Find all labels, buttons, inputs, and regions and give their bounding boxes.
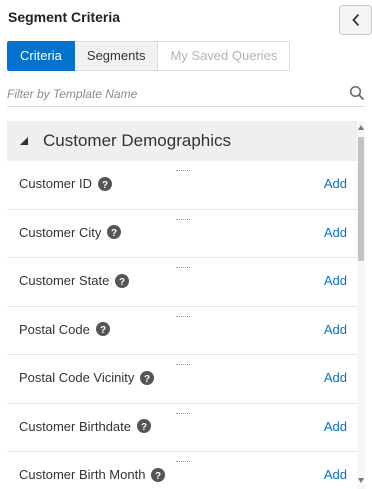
criteria-label: Customer ID <box>19 176 92 191</box>
criteria-row: Postal Code Vicinity? Add <box>7 355 357 404</box>
criteria-label: Customer Birth Month <box>19 467 146 482</box>
add-criteria-link[interactable]: Add <box>324 322 347 337</box>
collapse-panel-button[interactable] <box>339 5 372 35</box>
drag-handle-icon[interactable] <box>176 267 190 270</box>
svg-text:?: ? <box>155 470 161 481</box>
help-icon[interactable]: ? <box>151 467 166 482</box>
add-criteria-link[interactable]: Add <box>324 370 347 385</box>
drag-handle-icon[interactable] <box>176 412 190 416</box>
tab-criteria[interactable]: Criteria <box>7 41 75 71</box>
svg-text:?: ? <box>100 325 106 336</box>
scroll-up-arrow-icon[interactable] <box>358 125 364 130</box>
caret-expanded-icon <box>20 137 28 145</box>
svg-text:?: ? <box>144 373 150 384</box>
help-icon[interactable]: ? <box>97 176 112 191</box>
criteria-label: Customer City <box>19 224 102 240</box>
scroll-down-arrow-icon[interactable] <box>358 478 364 483</box>
help-icon[interactable]: ? <box>115 273 130 288</box>
filter-bar <box>7 81 365 107</box>
search-icon[interactable] <box>349 85 365 101</box>
panel-header: Segment Criteria <box>0 0 372 40</box>
svg-text:?: ? <box>102 179 108 190</box>
criteria-row: Customer Birthdate? Add <box>7 404 357 452</box>
add-criteria-link[interactable]: Add <box>324 176 347 191</box>
criteria-row: Postal Code? Add <box>7 307 357 355</box>
criteria-list: Customer Demographics Customer ID? Add C… <box>7 121 365 489</box>
criteria-rows: Customer ID? Add Customer City? Add Cust… <box>7 161 357 489</box>
drag-handle-icon[interactable] <box>176 315 190 319</box>
criteria-label: Customer Birthdate <box>19 418 131 434</box>
help-icon[interactable]: ? <box>140 370 155 385</box>
tab-my-saved-queries: My Saved Queries <box>158 41 291 71</box>
chevron-left-icon <box>351 13 359 27</box>
help-icon[interactable]: ? <box>95 322 110 336</box>
criteria-row: Customer ID? Add <box>7 161 357 210</box>
drag-handle-icon[interactable] <box>176 461 190 464</box>
vertical-scrollbar[interactable] <box>357 121 365 489</box>
criteria-row: Customer City? Add <box>7 210 357 258</box>
criteria-label: Postal Code <box>19 321 90 337</box>
group-header-customer-demographics[interactable]: Customer Demographics <box>7 121 357 161</box>
criteria-row: Customer Birth Month? Add <box>7 452 357 489</box>
add-criteria-link[interactable]: Add <box>324 273 347 288</box>
filter-template-input[interactable] <box>7 81 365 107</box>
scrollbar-thumb[interactable] <box>358 137 364 261</box>
add-criteria-link[interactable]: Add <box>324 467 347 482</box>
criteria-row: Customer State? Add <box>7 258 357 307</box>
tab-bar: Criteria Segments My Saved Queries <box>7 41 291 71</box>
criteria-label: Postal Code Vicinity <box>19 370 135 385</box>
tab-segments[interactable]: Segments <box>74 41 159 71</box>
help-icon[interactable]: ? <box>137 419 151 433</box>
add-criteria-link[interactable]: Add <box>324 225 347 240</box>
svg-text:?: ? <box>141 422 147 433</box>
group-label: Customer Demographics <box>43 131 232 150</box>
panel-title: Segment Criteria <box>8 9 121 25</box>
help-icon[interactable]: ? <box>107 225 122 239</box>
drag-handle-icon[interactable] <box>176 218 190 222</box>
svg-text:?: ? <box>111 228 117 239</box>
criteria-label: Customer State <box>19 273 110 288</box>
drag-handle-icon[interactable] <box>176 364 190 367</box>
svg-text:?: ? <box>119 276 125 287</box>
drag-handle-icon[interactable] <box>176 170 190 173</box>
add-criteria-link[interactable]: Add <box>324 419 347 434</box>
